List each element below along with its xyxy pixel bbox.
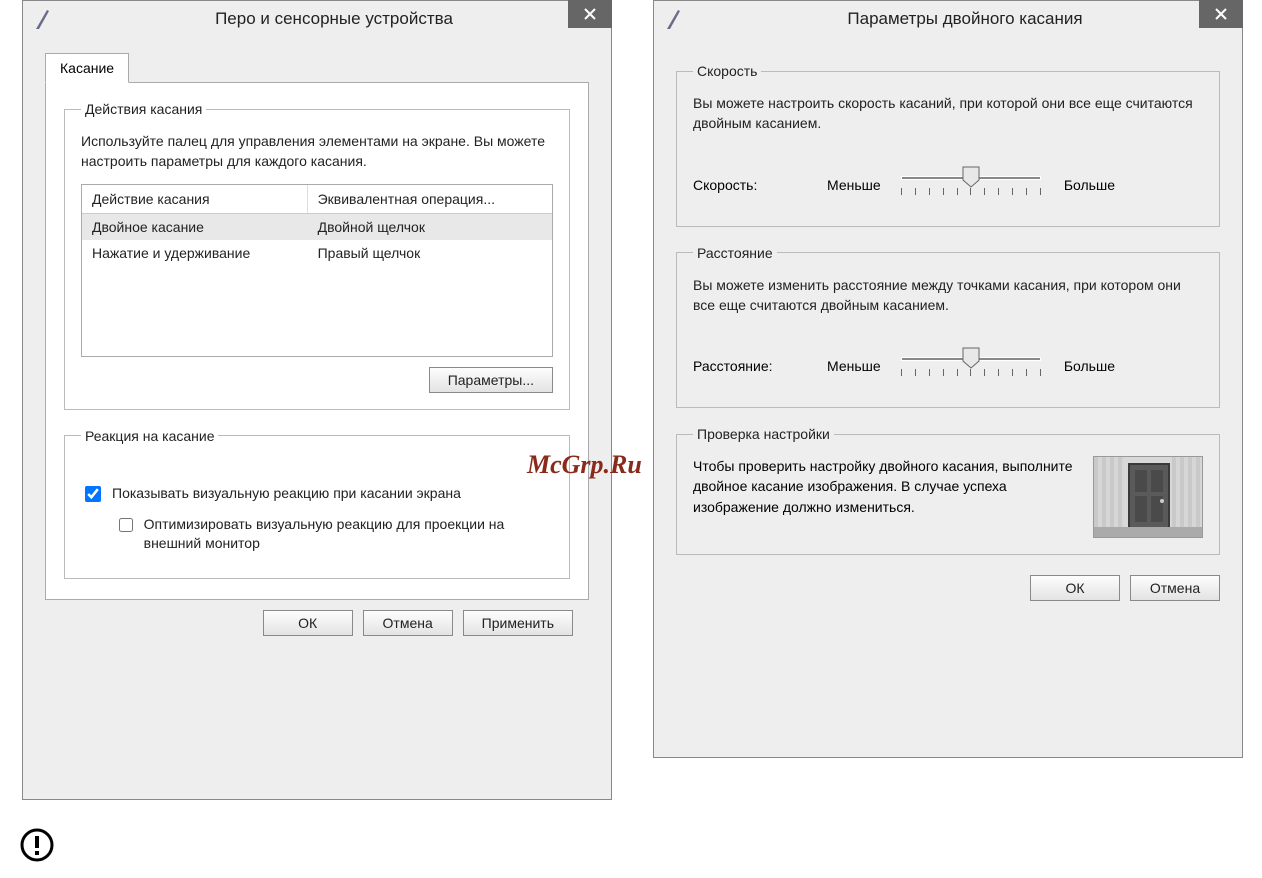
tab-touch[interactable]: Касание: [45, 53, 129, 83]
cancel-button[interactable]: Отмена: [363, 610, 453, 636]
checkbox-label: Оптимизировать визуальную реакцию для пр…: [144, 515, 553, 554]
slider-row: Скорость: Меньше Больше: [693, 166, 1203, 204]
table-row[interactable]: Нажатие и удерживание Правый щелчок: [82, 240, 552, 266]
dialog-title: Перо и сенсорные устройства: [57, 9, 611, 29]
checkbox-optimize-row: Оптимизировать визуальную реакцию для пр…: [115, 515, 553, 554]
cell-equiv: Двойной щелчок: [308, 214, 552, 240]
slider-caption: Расстояние:: [693, 358, 813, 374]
pen-touch-dialog: Перо и сенсорные устройства Касание Дейс…: [22, 0, 612, 800]
touch-feedback-group: Реакция на касание Показывать визуальную…: [64, 428, 570, 579]
group-description: Вы можете изменить расстояние между точк…: [693, 275, 1203, 316]
group-description: Используйте палец для управления элемент…: [81, 131, 553, 172]
tab-panel: Действия касания Используйте палец для у…: [45, 82, 589, 600]
col-action[interactable]: Действие касания: [82, 185, 308, 213]
cancel-button[interactable]: Отмена: [1130, 575, 1220, 601]
test-description: Чтобы проверить настройку двойного касан…: [693, 456, 1079, 517]
slider-thumb[interactable]: [961, 347, 981, 369]
dialog-button-bar: ОК Отмена Применить: [45, 600, 589, 636]
touch-actions-group: Действия касания Используйте палец для у…: [64, 101, 570, 410]
table-spacer: [82, 266, 552, 356]
close-button[interactable]: [568, 0, 612, 28]
warning-icon: [20, 828, 54, 862]
group-legend: Реакция на касание: [81, 428, 218, 444]
settings-button[interactable]: Параметры...: [429, 367, 553, 393]
cell-action: Нажатие и удерживание: [82, 240, 308, 266]
app-icon: [660, 5, 688, 33]
slider-caption: Скорость:: [693, 177, 813, 193]
app-icon: [29, 5, 57, 33]
double-tap-settings-dialog: Параметры двойного касания Скорость Вы м…: [653, 0, 1243, 758]
cell-action: Двойное касание: [82, 214, 308, 240]
ok-button[interactable]: ОК: [263, 610, 353, 636]
table-row[interactable]: Двойное касание Двойной щелчок: [82, 214, 552, 240]
slider-thumb[interactable]: [961, 166, 981, 188]
ok-button[interactable]: ОК: [1030, 575, 1120, 601]
distance-group: Расстояние Вы можете изменить расстояние…: [676, 245, 1220, 409]
dialog-body: Скорость Вы можете настроить скорость ка…: [654, 37, 1242, 615]
checkbox-optimize-projection[interactable]: [119, 517, 133, 533]
slider-row: Расстояние: Меньше Больше: [693, 347, 1203, 385]
tab-strip: Касание: [45, 53, 589, 83]
checkbox-show-feedback[interactable]: [85, 486, 101, 502]
group-legend: Расстояние: [693, 245, 777, 261]
checkbox-show-feedback-row: Показывать визуальную реакцию при касани…: [81, 484, 553, 505]
checkbox-label: Показывать визуальную реакцию при касани…: [112, 484, 461, 504]
group-description: Вы можете настроить скорость касаний, пр…: [693, 93, 1203, 134]
slider-less-label: Меньше: [827, 358, 887, 374]
slider-more-label: Больше: [1055, 358, 1115, 374]
group-legend: Скорость: [693, 63, 761, 79]
dialog-body: Касание Действия касания Используйте пал…: [23, 37, 611, 650]
test-group: Проверка настройки Чтобы проверить настр…: [676, 426, 1220, 555]
dialog-button-bar: ОК Отмена: [676, 565, 1220, 601]
titlebar: Параметры двойного касания: [654, 1, 1242, 37]
titlebar: Перо и сенсорные устройства: [23, 1, 611, 37]
dialog-title: Параметры двойного касания: [688, 9, 1242, 29]
group-legend: Действия касания: [81, 101, 206, 117]
close-button[interactable]: [1199, 0, 1243, 28]
actions-table: Действие касания Эквивалентная операция.…: [81, 184, 553, 357]
distance-slider[interactable]: [901, 347, 1041, 385]
table-header: Действие касания Эквивалентная операция.…: [82, 185, 552, 214]
apply-button[interactable]: Применить: [463, 610, 573, 636]
col-equivalent[interactable]: Эквивалентная операция...: [308, 185, 552, 213]
slider-more-label: Больше: [1055, 177, 1115, 193]
cell-equiv: Правый щелчок: [308, 240, 552, 266]
table-body: Двойное касание Двойной щелчок Нажатие и…: [82, 214, 552, 356]
double-tap-test-image[interactable]: [1093, 456, 1203, 538]
speed-slider[interactable]: [901, 166, 1041, 204]
group-legend: Проверка настройки: [693, 426, 834, 442]
slider-less-label: Меньше: [827, 177, 887, 193]
speed-group: Скорость Вы можете настроить скорость ка…: [676, 63, 1220, 227]
